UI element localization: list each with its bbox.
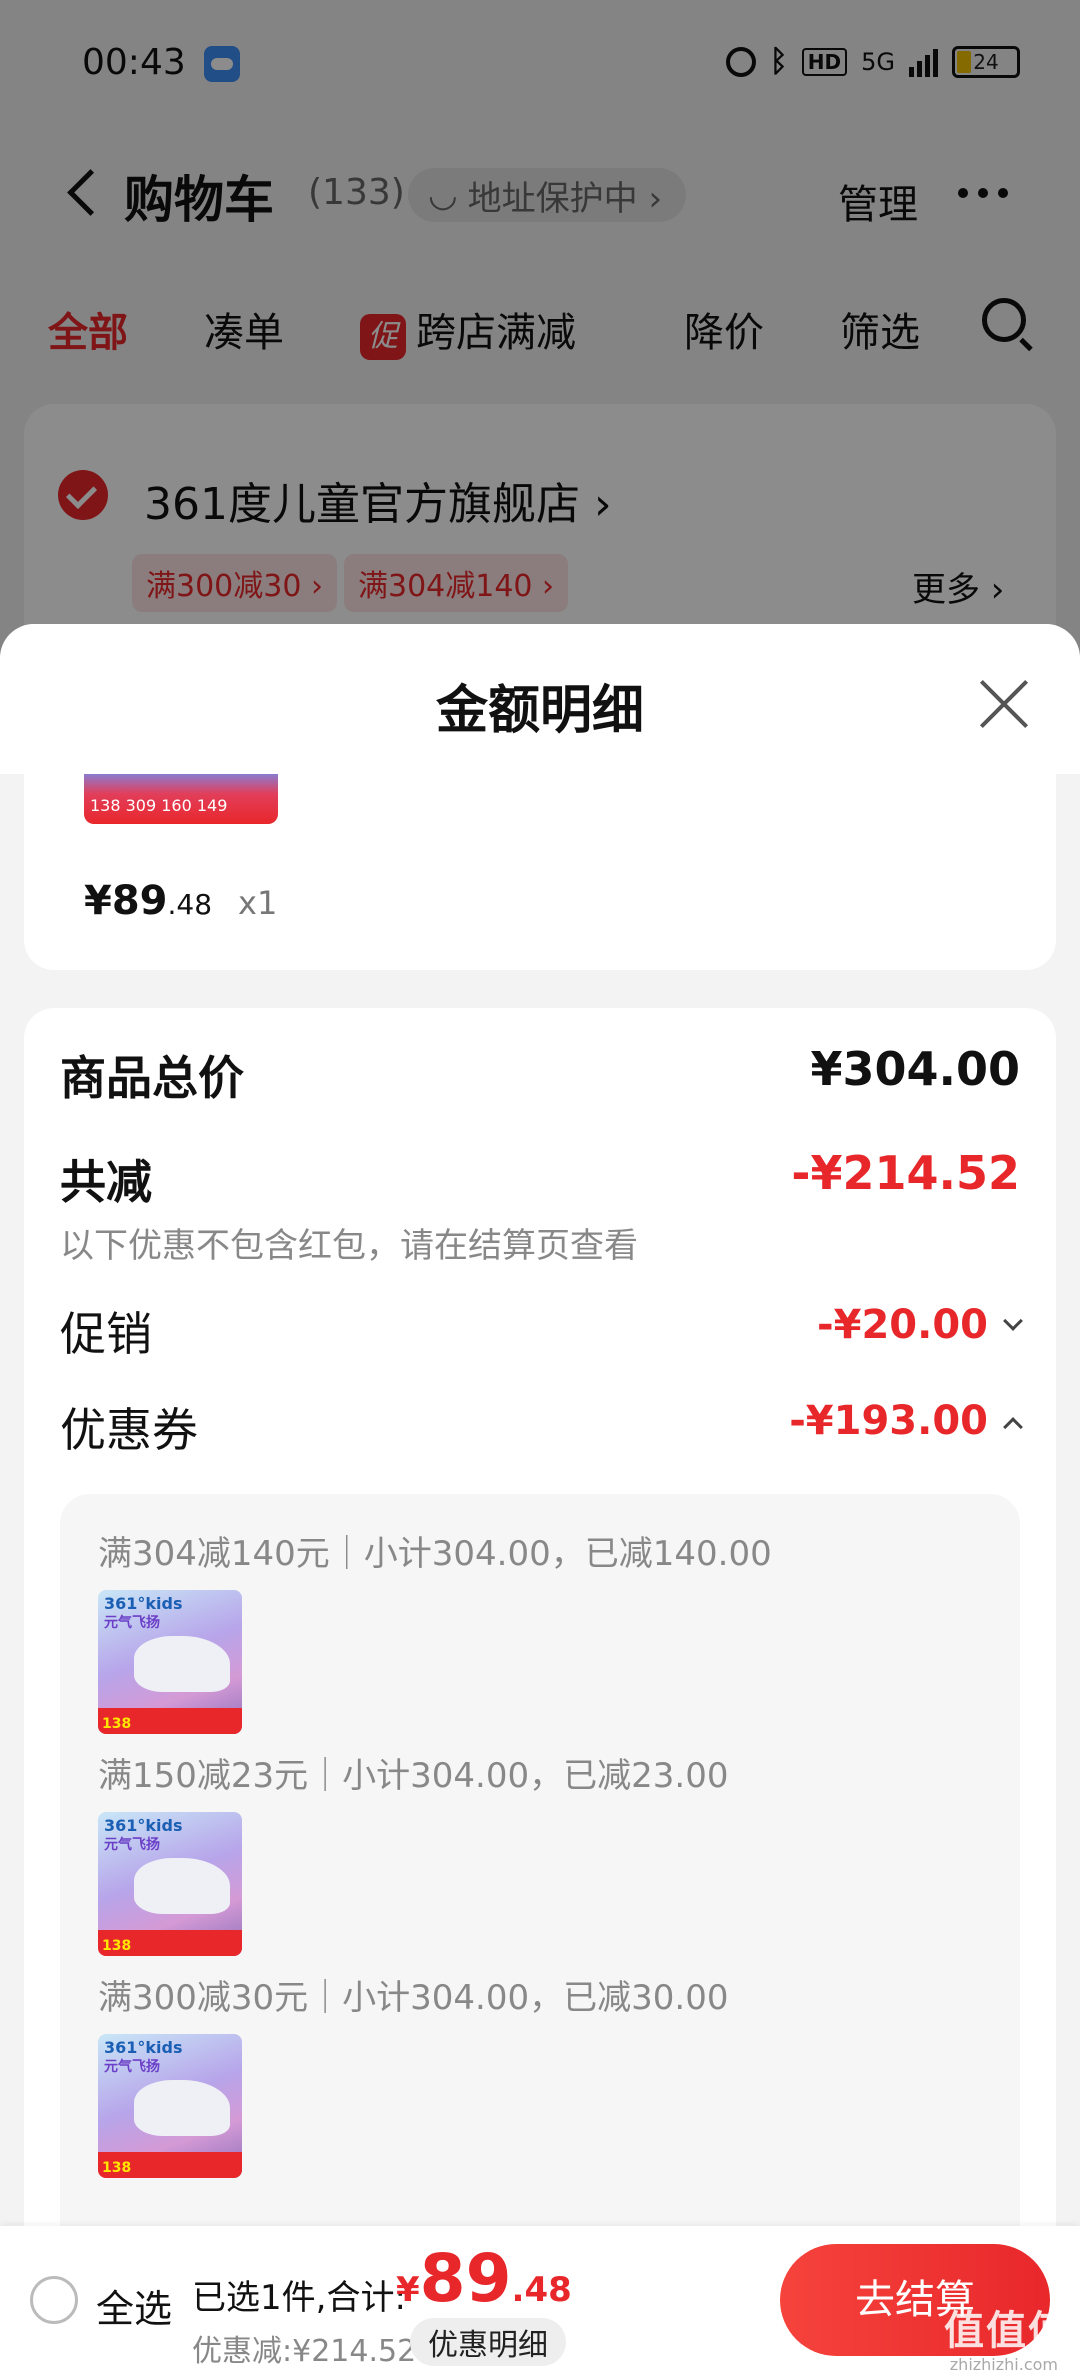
chevron-down-icon <box>1003 1311 1023 1331</box>
reduce-label: 共减 <box>60 1155 152 1209</box>
discount-detail-button[interactable]: 优惠明细 <box>410 2318 566 2366</box>
product-thumbnail: 361°kids 元气飞扬 138 <box>98 2034 242 2178</box>
coupon-label: 优惠券 <box>60 1403 198 1457</box>
price-detail-card: 商品总价 ¥304.00 共减 -¥214.52 以下优惠不包含红包，请在结算页… <box>24 1008 1056 2376</box>
amount-detail-sheet: 金额明细 138 309 160 149 ¥89.48 x1 商品总价 ¥304… <box>0 624 1080 2376</box>
watermark: 值值值 <box>944 2308 1070 2354</box>
product-thumbnail: 361°kids 元气飞扬 138 <box>98 1590 242 1734</box>
close-icon[interactable] <box>976 676 1032 732</box>
coupon-line: 满304减140元｜小计304.00，已减140.00 <box>98 1534 772 1574</box>
discount-text: 优惠减:¥214.52 <box>192 2334 417 2369</box>
total-value: ¥304.00 <box>810 1042 1020 1096</box>
coupon-line: 满300减30元｜小计304.00，已减30.00 <box>98 1978 729 2018</box>
product-thumbnail: 361°kids 元气飞扬 138 <box>98 1812 242 1956</box>
watermark-url: zhizhizhi.com <box>949 2355 1058 2374</box>
summary-label: 已选1件,合计: <box>192 2278 406 2318</box>
promo-toggle[interactable]: -¥20.00 <box>817 1302 1023 1348</box>
promo-label: 促销 <box>60 1307 152 1361</box>
sheet-title: 金额明细 <box>435 681 644 741</box>
chevron-up-icon <box>1003 1417 1023 1437</box>
promo-value: -¥20.00 <box>817 1302 988 1348</box>
select-all-checkbox[interactable] <box>30 2276 78 2324</box>
total-label: 商品总价 <box>60 1051 244 1105</box>
item-quantity: x1 <box>238 884 278 922</box>
coupon-line: 满150减23元｜小计304.00，已减23.00 <box>98 1756 729 1796</box>
product-thumbnail: 138 309 160 149 <box>84 774 278 824</box>
reduce-value: -¥214.52 <box>791 1146 1020 1200</box>
select-all-label[interactable]: 全选 <box>96 2278 172 2333</box>
checkout-bar: 全选 已选1件,合计: ¥89.48 优惠减:¥214.52 优惠明细 去结算 … <box>0 2226 1080 2376</box>
sheet-header: 金额明细 <box>0 624 1080 774</box>
summary-price: ¥89.48 <box>396 2240 572 2317</box>
reduce-note: 以下优惠不包含红包，请在结算页查看 <box>60 1226 638 1266</box>
item-price: ¥89.48 <box>84 878 213 924</box>
coupon-value: -¥193.00 <box>789 1398 988 1444</box>
item-card: 138 309 160 149 ¥89.48 x1 <box>24 774 1056 970</box>
coupon-toggle[interactable]: -¥193.00 <box>789 1398 1023 1444</box>
